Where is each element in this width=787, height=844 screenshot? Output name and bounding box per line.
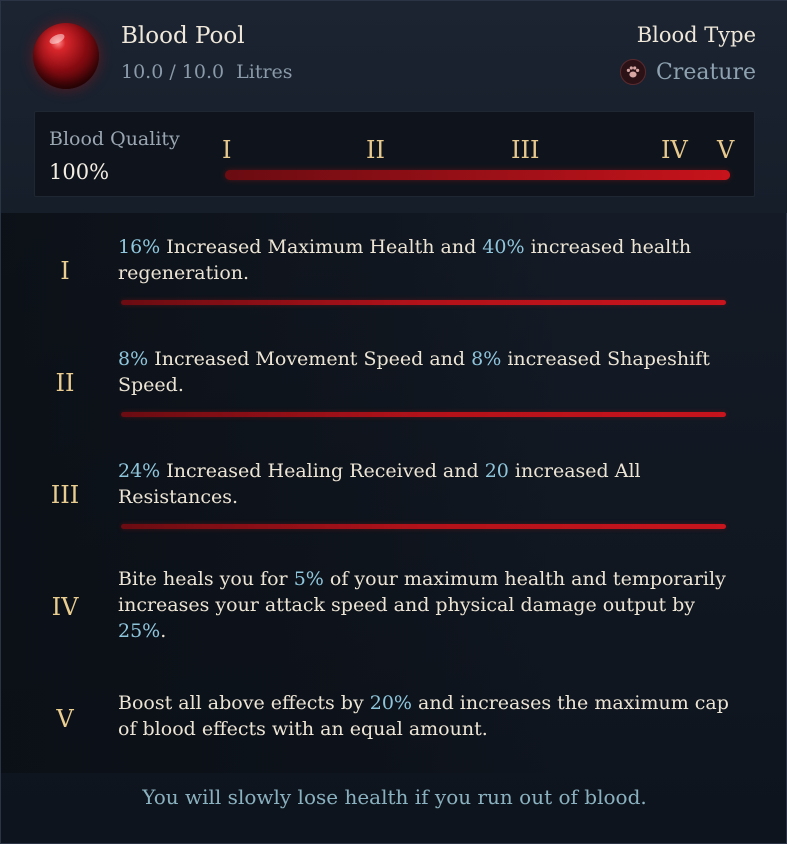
quality-label: Blood Quality (49, 128, 180, 150)
pool-amount-unit: Litres (236, 61, 293, 83)
tier-stat-value: 25% (118, 620, 161, 642)
tier-description: Bite heals you for 5% of your maximum he… (118, 568, 726, 642)
tier-numeral: II (55, 369, 75, 397)
blood-warning-text: You will slowly lose health if you run o… (142, 785, 647, 809)
quality-tier-mark-1: I (222, 136, 232, 164)
tier-description: 16% Increased Maximum Health and 40% inc… (118, 236, 692, 284)
tier-row-3: III 24% Increased Healing Received and 2… (1, 437, 787, 549)
pool-amount: 10.0 / 10.0 Litres (121, 61, 299, 83)
paw-icon (619, 59, 646, 85)
blood-type-value: Creature (619, 59, 756, 85)
blood-type-name: Creature (655, 59, 756, 85)
tier-progress-bar (121, 412, 726, 417)
quality-bar-fill (225, 170, 730, 180)
quality-value: 100% (49, 160, 110, 184)
tier-stat-value: 8% (471, 348, 502, 370)
tier-description: 24% Increased Healing Received and 20 in… (118, 460, 641, 508)
quality-tier-mark-4: IV (661, 136, 688, 164)
pool-amount-value: 10.0 / 10.0 (121, 61, 225, 83)
tier-row-5: V Boost all above effects by 20% and inc… (1, 667, 787, 773)
tier-numeral: I (60, 257, 70, 285)
tier-progress-bar (121, 524, 726, 529)
tier-numeral: IV (51, 593, 79, 621)
tier-row-2: II 8% Increased Movement Speed and 8% in… (1, 325, 787, 437)
quality-tier-mark-5: V (717, 136, 735, 164)
tier-stat-value: 8% (118, 348, 149, 370)
tier-stat-value: 40% (482, 236, 525, 258)
tier-stat-value: 16% (118, 236, 161, 258)
pool-title: Blood Pool (121, 23, 245, 49)
tier-stat-value: 20 (484, 460, 509, 482)
tier-stat-value: 20% (369, 692, 412, 714)
tier-row-1: I 16% Increased Maximum Health and 40% i… (1, 213, 787, 325)
tier-stat-value: 24% (118, 460, 161, 482)
blood-orb-icon (33, 23, 99, 89)
quality-bar (225, 170, 730, 180)
tier-row-4: IV Bite heals you for 5% of your maximum… (1, 549, 787, 667)
tier-progress-bar (121, 300, 726, 305)
blood-type-label: Blood Type (636, 23, 756, 47)
blood-pool-header: Blood Pool 10.0 / 10.0 Litres Blood Type… (1, 1, 787, 213)
blood-quality-box: Blood Quality 100% I II III IV V (34, 111, 755, 197)
quality-tier-mark-2: II (366, 136, 385, 164)
tier-numeral: III (50, 481, 80, 509)
tier-description: 8% Increased Movement Speed and 8% incre… (118, 348, 710, 396)
tier-description: Boost all above effects by 20% and incre… (118, 692, 729, 740)
blood-pool-panel: Blood Pool 10.0 / 10.0 Litres Blood Type… (0, 0, 787, 844)
tier-stat-value: 5% (293, 568, 324, 590)
tier-numeral: V (56, 705, 74, 733)
quality-tier-mark-3: III (511, 136, 540, 164)
